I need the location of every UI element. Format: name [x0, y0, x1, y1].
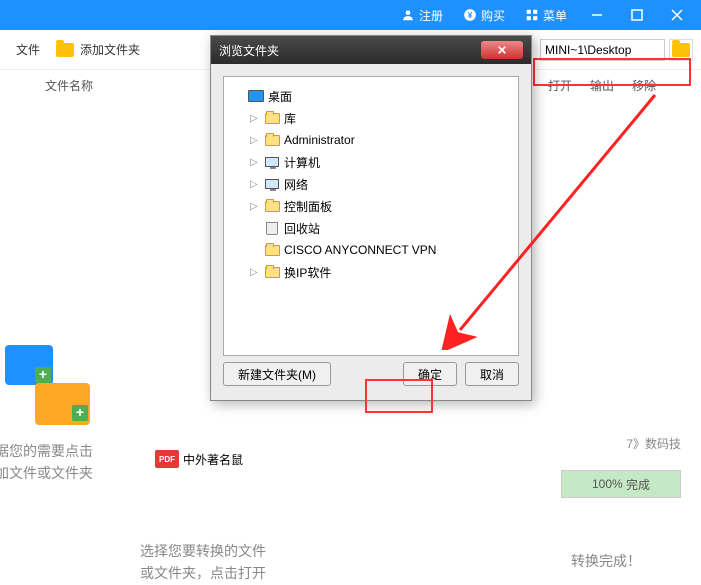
- browse-button[interactable]: [669, 39, 693, 61]
- col-open: 打开: [548, 77, 572, 94]
- close-icon: [671, 9, 683, 21]
- close-button[interactable]: [657, 0, 697, 30]
- computer-icon: [265, 157, 279, 167]
- yen-icon: ¥: [463, 8, 477, 22]
- illustration-add-files: ++: [0, 345, 90, 425]
- maximize-icon: [631, 9, 643, 21]
- buy-label: 购买: [481, 7, 505, 24]
- dialog-title: 浏览文件夹: [219, 42, 279, 59]
- hint-text-2: 选择您要转换的文件 或文件夹，点击打开: [140, 540, 266, 585]
- grid-icon: [525, 8, 539, 22]
- dialog-close-button[interactable]: [481, 41, 523, 59]
- tree-label: 库: [284, 110, 296, 127]
- register-button[interactable]: 注册: [391, 0, 453, 30]
- desktop-icon: [248, 90, 264, 102]
- col-export: 输出: [590, 77, 614, 94]
- folder-icon: [265, 267, 280, 278]
- expand-icon[interactable]: ▷: [250, 113, 260, 124]
- add-folder-button[interactable]: 添加文件夹: [48, 41, 148, 58]
- cancel-button[interactable]: 取消: [465, 362, 519, 386]
- menu-button[interactable]: 菜单: [515, 0, 577, 30]
- new-folder-button[interactable]: 新建文件夹(M): [223, 362, 331, 386]
- progress-percent: 100%: [592, 477, 623, 491]
- folder-icon: [265, 245, 280, 256]
- hint-text-3: 转换完成！: [571, 550, 641, 572]
- svg-text:¥: ¥: [468, 11, 473, 20]
- tree-label: 控制面板: [284, 198, 332, 215]
- tree-item-network[interactable]: ▷ 网络: [228, 173, 514, 195]
- col-remove: 移除: [632, 77, 656, 94]
- col-name: 文件名称: [45, 77, 93, 94]
- maximize-button[interactable]: [617, 0, 657, 30]
- tree-item-administrator[interactable]: ▷ Administrator: [228, 129, 514, 151]
- tree-label: 换IP软件: [284, 264, 331, 281]
- tree-label: 网络: [284, 176, 308, 193]
- expand-icon[interactable]: ▷: [250, 201, 260, 212]
- buy-button[interactable]: ¥ 购买: [453, 0, 515, 30]
- tree-label: 回收站: [284, 220, 320, 237]
- folder-icon: [56, 43, 74, 57]
- progress-label: 完成: [626, 476, 650, 493]
- expand-icon[interactable]: ▷: [250, 135, 260, 146]
- tree-label: Administrator: [284, 133, 355, 147]
- tree-item-control-panel[interactable]: ▷ 控制面板: [228, 195, 514, 217]
- menu-label: 菜单: [543, 7, 567, 24]
- tree-item-libraries[interactable]: ▷库: [228, 107, 514, 129]
- app-titlebar: 注册 ¥ 购买 菜单: [0, 0, 701, 30]
- folder-icon: [672, 43, 690, 57]
- path-text: MINI~1\Desktop: [545, 43, 631, 57]
- tree-item-cisco-vpn[interactable]: CISCO ANYCONNECT VPN: [228, 239, 514, 261]
- minimize-button[interactable]: [577, 0, 617, 30]
- path-input[interactable]: MINI~1\Desktop: [540, 39, 665, 61]
- pdf-filename: 中外著名鼠: [183, 451, 243, 468]
- progress-bar: 100% 完成: [561, 470, 681, 498]
- user-icon: [401, 8, 415, 22]
- ok-button[interactable]: 确定: [403, 362, 457, 386]
- folder-icon: [265, 113, 280, 124]
- tree-item-ip-software[interactable]: ▷ 换IP软件: [228, 261, 514, 283]
- trash-icon: [266, 222, 278, 235]
- expand-icon[interactable]: ▷: [250, 267, 260, 278]
- tree-label: 桌面: [268, 88, 292, 105]
- minimize-icon: [591, 9, 603, 21]
- folder-icon: [265, 135, 280, 146]
- list-item[interactable]: PDF 中外著名鼠: [155, 450, 243, 468]
- hint-text-1: 据您的需要点击 加文件或文件夹: [0, 440, 93, 485]
- register-label: 注册: [419, 7, 443, 24]
- folder-tree[interactable]: 桌面 ▷库 ▷Administrator ▷计算机 ▷网络 ▷控制面板 回收站 …: [223, 76, 519, 356]
- add-folder-label: 添加文件夹: [80, 41, 140, 58]
- close-icon: [497, 45, 507, 55]
- network-icon: [265, 179, 279, 189]
- tree-label: CISCO ANYCONNECT VPN: [284, 243, 436, 257]
- status-badge: 7》数码技: [626, 435, 681, 452]
- dialog-titlebar[interactable]: 浏览文件夹: [211, 36, 531, 64]
- tree-item-desktop[interactable]: 桌面: [228, 85, 514, 107]
- tree-item-computer[interactable]: ▷ 计算机: [228, 151, 514, 173]
- tree-item-recycle-bin[interactable]: 回收站: [228, 217, 514, 239]
- expand-icon[interactable]: ▷: [250, 179, 260, 190]
- file-button[interactable]: 文件: [8, 41, 48, 58]
- folder-icon: [265, 201, 280, 212]
- tree-label: 计算机: [284, 154, 320, 171]
- file-label: 文件: [16, 41, 40, 58]
- browse-folder-dialog: 浏览文件夹 桌面 ▷库 ▷Administrator ▷计算机 ▷网络 ▷控制面…: [210, 35, 532, 401]
- pdf-icon: PDF: [155, 450, 179, 468]
- expand-icon[interactable]: ▷: [250, 157, 260, 168]
